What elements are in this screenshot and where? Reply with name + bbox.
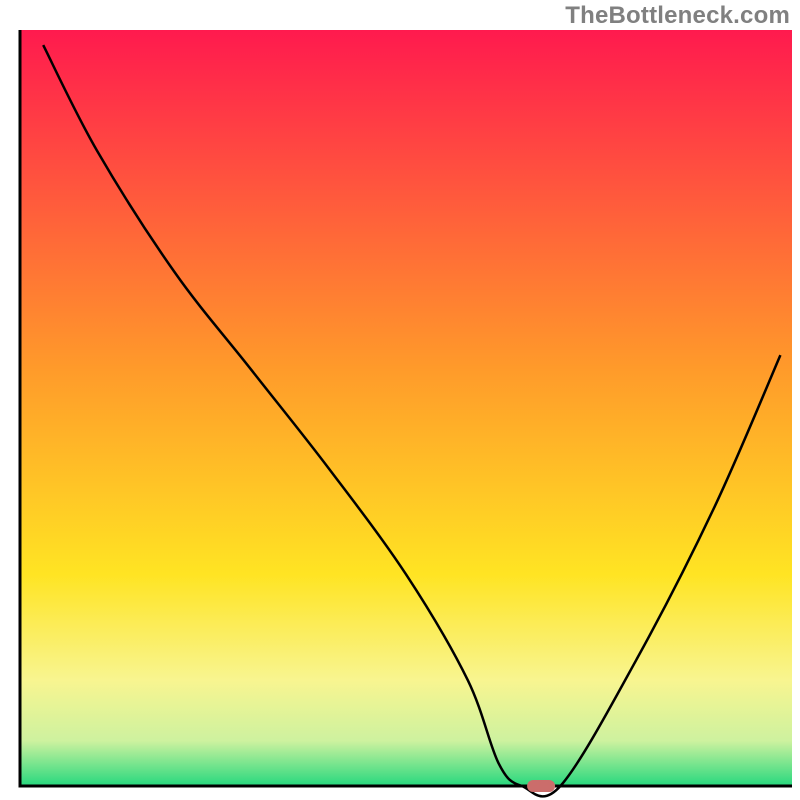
- plot-background: [20, 30, 792, 786]
- chart-container: TheBottleneck.com: [0, 0, 800, 800]
- watermark-text: TheBottleneck.com: [565, 2, 790, 30]
- bottleneck-chart: [0, 0, 800, 800]
- sweet-spot-marker: [527, 780, 555, 792]
